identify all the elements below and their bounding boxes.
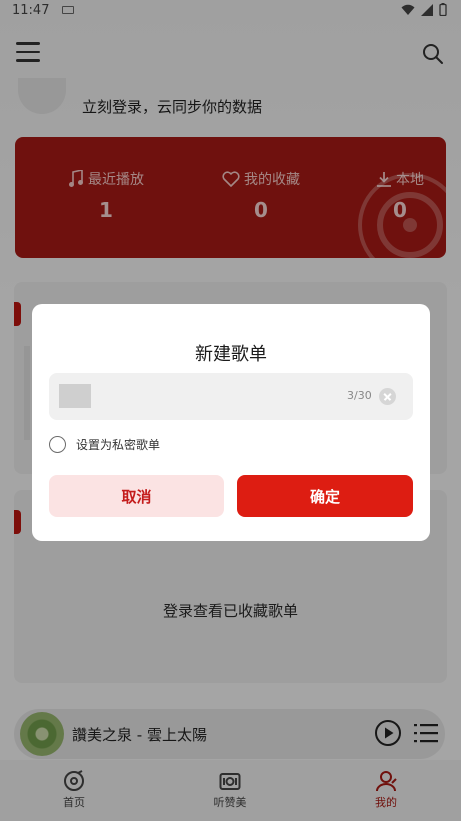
new-playlist-dialog: 新建歌单 3/30 设置为私密歌单 取消 确定 (32, 304, 430, 541)
private-option[interactable]: 设置为私密歌单 (49, 434, 160, 454)
dialog-title: 新建歌单 (195, 344, 267, 365)
clear-icon[interactable] (379, 388, 396, 405)
private-label: 设置为私密歌单 (76, 437, 161, 452)
char-counter: 3/30 (347, 389, 372, 402)
cancel-button[interactable]: 取消 (49, 475, 224, 517)
confirm-button[interactable]: 确定 (237, 475, 413, 517)
playlist-name-input[interactable]: 3/30 (49, 373, 413, 420)
private-radio[interactable] (49, 435, 66, 453)
input-text-redacted (59, 384, 91, 408)
